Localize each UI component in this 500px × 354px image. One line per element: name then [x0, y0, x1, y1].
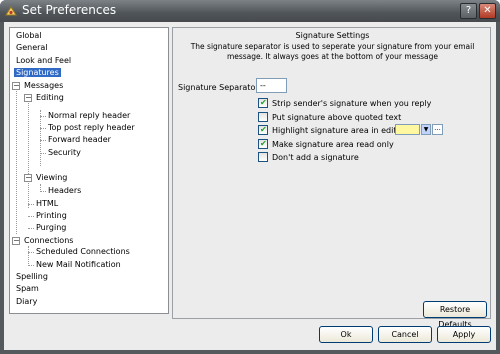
collapse-connections-icon[interactable]: − — [12, 237, 20, 245]
dialog-body: Global General Look and Feel Signatures … — [4, 22, 496, 350]
restore-defaults-button[interactable]: Restore Defaults — [423, 301, 487, 329]
close-icon: ✕ — [483, 5, 492, 16]
tree-item-global[interactable]: Global — [14, 30, 44, 42]
tree-item-html[interactable]: HTML — [34, 198, 60, 210]
tree-item-label: Top post reply header — [48, 123, 135, 132]
tree-item-label: Look and Feel — [16, 56, 72, 65]
tree-line-editing-children — [40, 110, 41, 166]
tree-item-label: Signatures — [14, 68, 61, 77]
tree-item-label: Connections — [24, 236, 74, 245]
tree-item-label: Normal reply header — [48, 111, 131, 120]
tree-item-label: Printing — [36, 211, 67, 220]
ok-button[interactable]: Ok — [319, 326, 373, 343]
close-button[interactable]: ✕ — [479, 3, 496, 19]
option-label: Make signature area read only — [272, 140, 394, 149]
tree-item-forward-header[interactable]: Forward header — [46, 134, 113, 146]
tree-item-label: Purging — [36, 223, 67, 232]
tree-item-normal-reply-header[interactable]: Normal reply header — [46, 110, 132, 122]
tree-item-diary[interactable]: Diary — [14, 296, 39, 308]
option-label: Strip sender's signature when you reply — [272, 99, 432, 108]
color-dropdown-button[interactable]: ▼ — [421, 124, 431, 135]
tree-item-purging[interactable]: Purging — [34, 222, 68, 234]
color-more-button[interactable]: ... — [432, 124, 443, 135]
no-signature-checkbox[interactable] — [258, 152, 268, 162]
tree-item-label: Scheduled Connections — [36, 247, 130, 256]
option-label: Highlight signature area in editor — [272, 126, 405, 135]
tree-item-viewing[interactable]: Viewing — [34, 172, 69, 184]
tree-item-messages[interactable]: Messages — [22, 80, 65, 92]
tree-item-printing[interactable]: Printing — [34, 210, 69, 222]
signature-separator-label: Signature Separator: — [178, 83, 262, 92]
tree-item-label: New Mail Notification — [36, 260, 121, 269]
panel-heading: Signature Settings — [295, 31, 370, 40]
signature-settings-panel: Signature Settings The signature separat… — [172, 27, 491, 329]
tree-item-signatures[interactable]: Signatures — [14, 67, 61, 79]
tree-item-top-post-reply-header[interactable]: Top post reply header — [46, 122, 137, 134]
tree-item-security[interactable]: Security — [46, 147, 83, 159]
tree-item-label: Security — [48, 148, 81, 157]
tree-item-label: HTML — [36, 199, 59, 208]
read-only-signature-checkbox[interactable] — [258, 138, 268, 149]
signature-separator-input[interactable] — [256, 78, 287, 93]
tree-item-general[interactable]: General — [14, 42, 50, 54]
tree-item-label: Headers — [48, 186, 82, 195]
tree-item-spelling[interactable]: Spelling — [14, 271, 50, 283]
tree-item-label: Diary — [16, 297, 38, 306]
tree-item-look-and-feel[interactable]: Look and Feel — [14, 55, 73, 67]
tree-line-connections — [28, 246, 29, 266]
tree-item-headers[interactable]: Headers — [46, 185, 83, 197]
tree-item-label: General — [16, 43, 48, 52]
tree-item-label: Spam — [16, 284, 39, 293]
highlight-signature-checkbox[interactable] — [258, 124, 268, 135]
tree-line-messages — [16, 86, 17, 234]
tree-item-label: Spelling — [16, 272, 48, 281]
highlight-color-swatch[interactable] — [395, 124, 420, 135]
collapse-editing-icon[interactable]: − — [24, 94, 32, 102]
title-bar[interactable]: Set Preferences ? ✕ — [0, 0, 500, 22]
question-icon: ? — [465, 5, 472, 16]
window-title: Set Preferences — [22, 3, 117, 17]
collapse-viewing-icon[interactable]: − — [24, 174, 32, 182]
tree-item-label: Forward header — [48, 135, 111, 144]
tree-item-editing[interactable]: Editing — [34, 92, 66, 104]
tree-item-label: Messages — [24, 81, 64, 90]
strip-signature-checkbox[interactable] — [258, 97, 268, 108]
tree-item-label: Editing — [36, 93, 64, 102]
help-button[interactable]: ? — [460, 3, 477, 19]
option-label: Put signature above quoted text — [272, 113, 402, 122]
tree-item-label: Viewing — [36, 173, 68, 182]
tree-item-scheduled-connections[interactable]: Scheduled Connections — [34, 246, 132, 258]
app-icon — [5, 6, 17, 16]
signature-above-quoted-checkbox[interactable] — [258, 112, 268, 122]
apply-button[interactable]: Apply — [437, 326, 491, 343]
panel-description: The signature separator is used to seper… — [190, 42, 475, 61]
collapse-messages-icon[interactable]: − — [12, 82, 20, 90]
cancel-button[interactable]: Cancel — [378, 326, 432, 343]
tree-item-new-mail-notification[interactable]: New Mail Notification — [34, 259, 123, 271]
tree-item-spam[interactable]: Spam — [14, 283, 41, 295]
preferences-window: Set Preferences ? ✕ Global General Look … — [0, 0, 500, 354]
option-label: Don't add a signature — [272, 153, 359, 162]
chevron-down-icon: ▼ — [423, 126, 429, 133]
preferences-tree[interactable]: Global General Look and Feel Signatures … — [9, 27, 169, 314]
tree-line-editing — [28, 98, 29, 208]
tree-item-label: Global — [16, 31, 42, 40]
